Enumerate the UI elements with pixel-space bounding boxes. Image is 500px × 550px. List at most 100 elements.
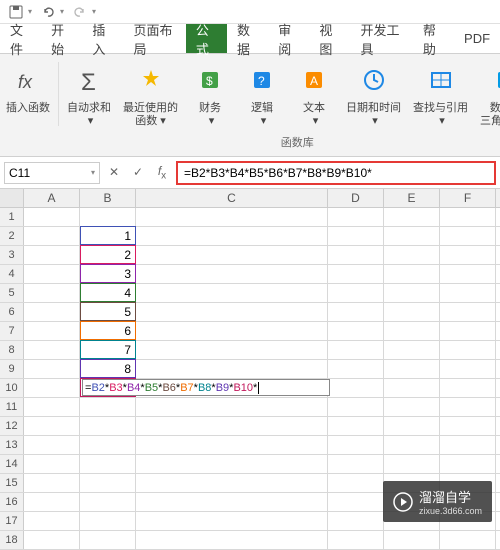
- row-header-14[interactable]: 14: [0, 455, 24, 473]
- cell-B13[interactable]: [80, 436, 136, 454]
- row-header-13[interactable]: 13: [0, 436, 24, 454]
- enter-icon[interactable]: ✓: [130, 165, 146, 179]
- row-header-1[interactable]: 1: [0, 208, 24, 226]
- cell-F18[interactable]: [440, 531, 496, 549]
- cell-E9[interactable]: [384, 360, 440, 378]
- cell-C18[interactable]: [136, 531, 328, 549]
- cell-B4[interactable]: 3: [80, 265, 136, 283]
- ribbon-clock[interactable]: 日期和时间 ▾: [340, 58, 407, 130]
- cell-C1[interactable]: [136, 208, 328, 226]
- cell-B11[interactable]: [80, 398, 136, 416]
- cell-D16[interactable]: [328, 493, 384, 511]
- cell-D15[interactable]: [328, 474, 384, 492]
- row-header-2[interactable]: 2: [0, 227, 24, 245]
- ribbon-star[interactable]: 最近使用的 函数 ▾: [117, 58, 184, 130]
- cell-A10[interactable]: [24, 379, 80, 397]
- col-header-A[interactable]: A: [24, 189, 80, 207]
- cell-B2[interactable]: 1: [80, 227, 136, 245]
- cell-C2[interactable]: [136, 227, 328, 245]
- cell-E1[interactable]: [384, 208, 440, 226]
- cell-B12[interactable]: [80, 417, 136, 435]
- row-header-12[interactable]: 12: [0, 417, 24, 435]
- cell-D7[interactable]: [328, 322, 384, 340]
- cancel-icon[interactable]: ✕: [106, 165, 122, 179]
- cell-E6[interactable]: [384, 303, 440, 321]
- cell-F5[interactable]: [440, 284, 496, 302]
- ribbon-math[interactable]: θ数学和 三角函数 ▾: [474, 58, 500, 130]
- cell-F1[interactable]: [440, 208, 496, 226]
- cell-C14[interactable]: [136, 455, 328, 473]
- cell-B17[interactable]: [80, 512, 136, 530]
- cell-F8[interactable]: [440, 341, 496, 359]
- cell-A2[interactable]: [24, 227, 80, 245]
- cell-E10[interactable]: [384, 379, 440, 397]
- select-all-corner[interactable]: [0, 189, 24, 207]
- redo-icon[interactable]: [70, 2, 90, 22]
- cell-D17[interactable]: [328, 512, 384, 530]
- ribbon-money[interactable]: $财务 ▾: [184, 58, 236, 130]
- cell-D4[interactable]: [328, 265, 384, 283]
- cell-F4[interactable]: [440, 265, 496, 283]
- cell-F7[interactable]: [440, 322, 496, 340]
- cell-B1[interactable]: [80, 208, 136, 226]
- cell-D8[interactable]: [328, 341, 384, 359]
- tab-1[interactable]: 开始: [41, 24, 82, 53]
- cell-B5[interactable]: 4: [80, 284, 136, 302]
- cell-D18[interactable]: [328, 531, 384, 549]
- cell-C16[interactable]: [136, 493, 328, 511]
- save-dropdown[interactable]: ▾: [28, 7, 32, 16]
- cell-A14[interactable]: [24, 455, 80, 473]
- cell-A7[interactable]: [24, 322, 80, 340]
- cell-F6[interactable]: [440, 303, 496, 321]
- cell-D6[interactable]: [328, 303, 384, 321]
- cell-E3[interactable]: [384, 246, 440, 264]
- cell-C12[interactable]: [136, 417, 328, 435]
- save-icon[interactable]: [6, 2, 26, 22]
- cell-B15[interactable]: [80, 474, 136, 492]
- cell-A15[interactable]: [24, 474, 80, 492]
- cell-B6[interactable]: 5: [80, 303, 136, 321]
- qat-customize[interactable]: ▾: [92, 7, 96, 16]
- row-header-8[interactable]: 8: [0, 341, 24, 359]
- fx-icon[interactable]: fx: [154, 164, 170, 181]
- cell-A6[interactable]: [24, 303, 80, 321]
- ribbon-lookup[interactable]: 查找与引用 ▾: [407, 58, 474, 130]
- tab-10[interactable]: PDF: [454, 24, 500, 53]
- cell-C17[interactable]: [136, 512, 328, 530]
- cell-F13[interactable]: [440, 436, 496, 454]
- cell-editor[interactable]: =B2*B3*B4*B5*B6*B7*B8*B9*B10*: [82, 379, 330, 396]
- cell-D14[interactable]: [328, 455, 384, 473]
- row-header-9[interactable]: 9: [0, 360, 24, 378]
- tab-0[interactable]: 文件: [0, 24, 41, 53]
- cell-B16[interactable]: [80, 493, 136, 511]
- tab-8[interactable]: 开发工具: [351, 24, 413, 53]
- ribbon-text[interactable]: A文本 ▾: [288, 58, 340, 130]
- cell-D3[interactable]: [328, 246, 384, 264]
- col-header-B[interactable]: B: [80, 189, 136, 207]
- row-header-15[interactable]: 15: [0, 474, 24, 492]
- tab-3[interactable]: 页面布局: [124, 24, 186, 53]
- cell-F3[interactable]: [440, 246, 496, 264]
- col-header-D[interactable]: D: [328, 189, 384, 207]
- cell-C11[interactable]: [136, 398, 328, 416]
- cell-F9[interactable]: [440, 360, 496, 378]
- cell-A4[interactable]: [24, 265, 80, 283]
- row-header-5[interactable]: 5: [0, 284, 24, 302]
- cell-A11[interactable]: [24, 398, 80, 416]
- tab-9[interactable]: 帮助: [413, 24, 454, 53]
- cell-B7[interactable]: 6: [80, 322, 136, 340]
- cell-D10[interactable]: [328, 379, 384, 397]
- formula-input[interactable]: =B2*B3*B4*B5*B6*B7*B8*B9*B10*: [176, 161, 496, 185]
- ribbon-sigma[interactable]: Σ自动求和 ▾: [61, 58, 117, 130]
- cell-A16[interactable]: [24, 493, 80, 511]
- tab-7[interactable]: 视图: [309, 24, 350, 53]
- cell-A5[interactable]: [24, 284, 80, 302]
- row-header-7[interactable]: 7: [0, 322, 24, 340]
- cell-F10[interactable]: [440, 379, 496, 397]
- cell-C6[interactable]: [136, 303, 328, 321]
- cell-C4[interactable]: [136, 265, 328, 283]
- cell-A13[interactable]: [24, 436, 80, 454]
- cell-F12[interactable]: [440, 417, 496, 435]
- cell-E13[interactable]: [384, 436, 440, 454]
- row-header-17[interactable]: 17: [0, 512, 24, 530]
